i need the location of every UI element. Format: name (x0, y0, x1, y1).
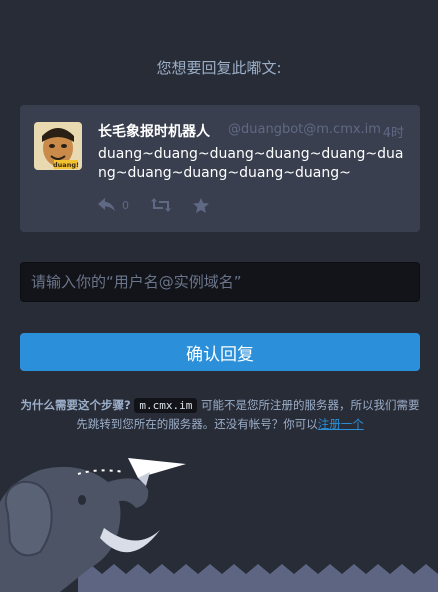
boost-icon (151, 198, 171, 212)
sign-up-link[interactable]: 注册一个 (318, 417, 364, 431)
status-card: duang! 长毛象报时机器人 @duangbot@m.cmx.im 4时 du… (20, 105, 420, 232)
reply-button[interactable]: 0 (98, 198, 129, 212)
page-heading: 您想要回复此嘟文: (156, 59, 282, 77)
hint-question: 为什么需要这个步骤? (20, 398, 131, 412)
status-time[interactable]: 4时 (383, 122, 404, 141)
reply-icon (98, 198, 116, 212)
boost-button[interactable] (151, 198, 171, 212)
star-icon (193, 197, 209, 213)
confirm-reply-button[interactable]: 确认回复 (20, 333, 420, 371)
remote-account-input[interactable] (20, 262, 420, 302)
reply-count: 0 (122, 198, 129, 212)
favourite-button[interactable] (193, 197, 209, 213)
status-account[interactable]: @duangbot@m.cmx.im (228, 122, 381, 137)
paper-plane-icon (128, 458, 186, 478)
status-content: duang~duang~duang~duang~duang~duang~duan… (98, 146, 404, 181)
avatar-image: duang! (34, 122, 82, 170)
status-display-name[interactable]: 长毛象报时机器人 (98, 121, 210, 141)
avatar[interactable]: duang! (34, 122, 82, 170)
elephant-mascot-illustration (0, 458, 438, 592)
hint-domain: m.cmx.im (134, 398, 198, 413)
status-actions: 0 (98, 193, 231, 217)
hint-text: 为什么需要这个步骤? m.cmx.im 可能不是您所注册的服务器，所以我们需要先… (18, 396, 422, 434)
avatar-text: duang! (53, 161, 79, 169)
